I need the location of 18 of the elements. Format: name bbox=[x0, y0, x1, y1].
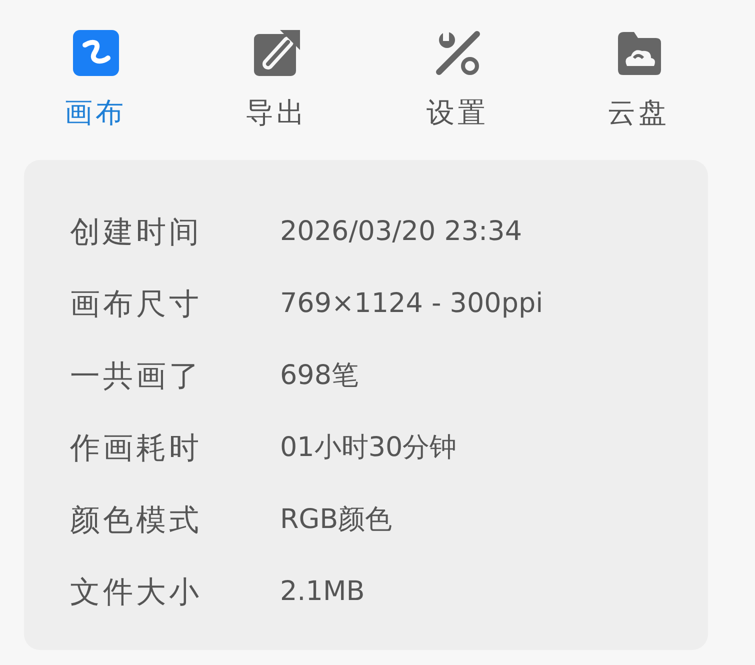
info-label: 文件大小 bbox=[70, 574, 203, 612]
arrow-icon bbox=[252, 28, 302, 78]
info-value: 769×1124 - 300ppi bbox=[280, 286, 544, 321]
info-value: RGB颜色 bbox=[280, 502, 392, 537]
squiggle-icon bbox=[70, 28, 120, 78]
tab[interactable]: 导出 bbox=[186, 28, 367, 134]
info-value: 2.1MB bbox=[280, 574, 365, 609]
info-label: 画布尺寸 bbox=[70, 286, 203, 324]
info-value: 01小时30分钟 bbox=[280, 430, 457, 465]
tab[interactable]: 云盘 bbox=[548, 28, 729, 134]
tab[interactable]: 画布 bbox=[5, 28, 186, 134]
info-value: 2026/03/20 23:34 bbox=[280, 214, 522, 249]
info-label: 一共画了 bbox=[70, 358, 203, 396]
info-label: 作画耗时 bbox=[70, 430, 203, 468]
tab[interactable]: 设置 bbox=[367, 28, 548, 134]
info-label: 颜色模式 bbox=[70, 502, 203, 540]
info-label: 创建时间 bbox=[70, 214, 203, 252]
info-value: 698笔 bbox=[280, 358, 359, 393]
